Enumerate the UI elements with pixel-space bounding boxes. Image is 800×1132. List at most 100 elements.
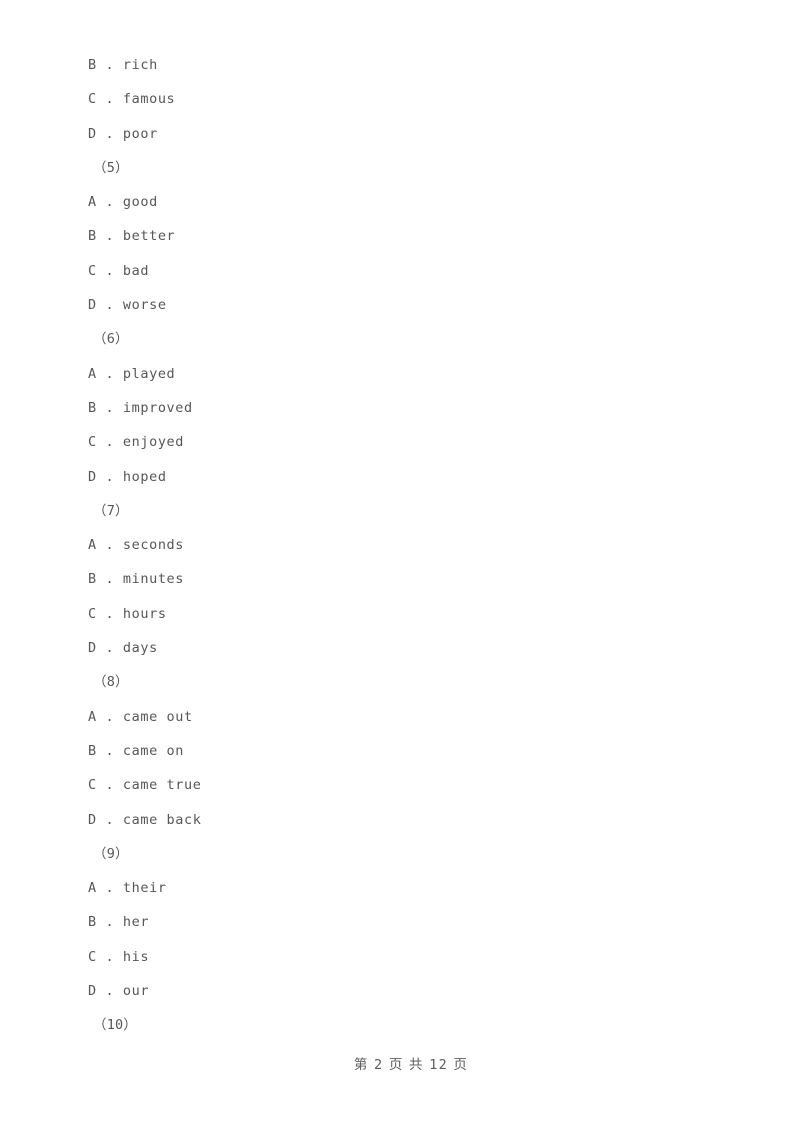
option-row[interactable]: D . hoped — [88, 460, 688, 494]
option-letter: C — [88, 434, 97, 451]
option-separator: . — [96, 194, 123, 211]
option-letter: A — [88, 880, 97, 897]
question-number: （5） — [93, 159, 129, 176]
option-letter: C — [88, 948, 97, 965]
option-row[interactable]: A . played — [88, 357, 688, 391]
option-text: came on — [122, 742, 185, 759]
option-text: hours — [122, 605, 167, 622]
option-letter: A — [88, 537, 97, 554]
option-letter: A — [88, 194, 97, 211]
option-text: seconds — [122, 537, 185, 554]
option-separator: . — [96, 948, 123, 965]
option-row[interactable]: A . their — [88, 871, 688, 905]
option-row[interactable]: B . her — [88, 905, 688, 939]
option-letter: C — [88, 91, 97, 108]
option-separator: . — [96, 57, 123, 73]
option-text: improved — [122, 399, 193, 416]
option-separator: . — [96, 983, 123, 1000]
page-content: B . rich C . famous D . poor （5） A . good B .… — [88, 48, 688, 1043]
option-text: played — [122, 365, 176, 382]
option-separator: . — [96, 365, 123, 382]
option-separator: . — [96, 811, 123, 828]
option-text: famous — [122, 91, 176, 108]
option-row[interactable]: C . hours — [88, 597, 688, 631]
option-row[interactable]: C . came true — [88, 768, 688, 802]
option-letter: B — [88, 399, 97, 416]
option-row[interactable]: D . days — [88, 631, 688, 665]
option-letter: A — [88, 365, 97, 382]
option-text: bad — [122, 262, 150, 279]
option-separator: . — [96, 880, 123, 897]
option-letter: B — [88, 571, 97, 588]
question-number: （8） — [93, 674, 129, 691]
option-text: hoped — [122, 468, 167, 485]
option-row[interactable]: D . our — [88, 974, 688, 1008]
option-separator: . — [96, 297, 123, 314]
option-letter: B — [88, 742, 97, 759]
option-row[interactable]: A . came out — [88, 700, 688, 734]
option-row[interactable]: B . came on — [88, 734, 688, 768]
option-row[interactable]: B . improved — [88, 391, 688, 425]
option-separator: . — [96, 537, 123, 554]
option-separator: . — [96, 777, 123, 794]
option-text: her — [122, 914, 150, 931]
option-row[interactable]: C . enjoyed — [88, 425, 688, 459]
option-letter: B — [88, 914, 97, 931]
option-text: minutes — [122, 571, 185, 588]
option-separator: . — [96, 434, 123, 451]
footer-middle: 页 共 — [388, 1057, 424, 1073]
option-text: poor — [122, 125, 158, 142]
option-text: his — [122, 948, 150, 965]
option-row[interactable]: C . bad — [88, 254, 688, 288]
option-text: their — [122, 880, 167, 897]
option-separator: . — [96, 399, 123, 416]
option-letter: D — [88, 640, 97, 657]
question-number: （6） — [93, 331, 129, 348]
document-page: B . rich C . famous D . poor （5） A . good B .… — [0, 0, 800, 1132]
option-letter: C — [88, 777, 97, 794]
question-number: （7） — [93, 502, 129, 519]
option-separator: . — [96, 571, 123, 588]
option-letter: D — [88, 983, 97, 1000]
option-separator: . — [96, 228, 123, 245]
option-separator: . — [96, 640, 123, 657]
option-row[interactable]: D . came back — [88, 803, 688, 837]
option-letter: B — [88, 57, 97, 73]
option-letter: B — [88, 228, 97, 245]
option-row[interactable]: C . his — [88, 940, 688, 974]
option-row[interactable]: C . famous — [88, 82, 688, 116]
option-letter: D — [88, 125, 97, 142]
option-text: came back — [122, 811, 202, 828]
option-row[interactable]: A . good — [88, 185, 688, 219]
option-separator: . — [96, 125, 123, 142]
option-text: enjoyed — [122, 434, 185, 451]
footer-prefix: 第 — [353, 1057, 369, 1073]
option-row[interactable]: D . poor — [88, 117, 688, 151]
option-letter: A — [88, 708, 97, 725]
option-letter: C — [88, 262, 97, 279]
option-separator: . — [96, 91, 123, 108]
option-row[interactable]: B . rich — [88, 48, 688, 82]
option-text: came true — [122, 777, 202, 794]
footer-page-number: 2 — [374, 1057, 384, 1073]
option-row[interactable]: D . worse — [88, 288, 688, 322]
option-row[interactable]: B . minutes — [88, 562, 688, 596]
option-row[interactable]: A . seconds — [88, 528, 688, 562]
option-text: good — [122, 194, 158, 211]
option-separator: . — [96, 468, 123, 485]
footer-suffix: 页 — [453, 1057, 469, 1073]
option-separator: . — [96, 914, 123, 931]
page-footer: 第 2 页 共 12 页 — [0, 1032, 800, 1098]
question-number: （9） — [93, 845, 129, 862]
option-text: days — [122, 640, 158, 657]
option-text: worse — [122, 297, 167, 314]
option-letter: D — [88, 811, 97, 828]
option-letter: D — [88, 297, 97, 314]
option-separator: . — [96, 262, 123, 279]
option-text: better — [122, 228, 176, 245]
option-separator: . — [96, 605, 123, 622]
option-text: our — [122, 983, 150, 1000]
option-row[interactable]: B . better — [88, 219, 688, 253]
option-separator: . — [96, 708, 123, 725]
option-text: came out — [122, 708, 193, 725]
